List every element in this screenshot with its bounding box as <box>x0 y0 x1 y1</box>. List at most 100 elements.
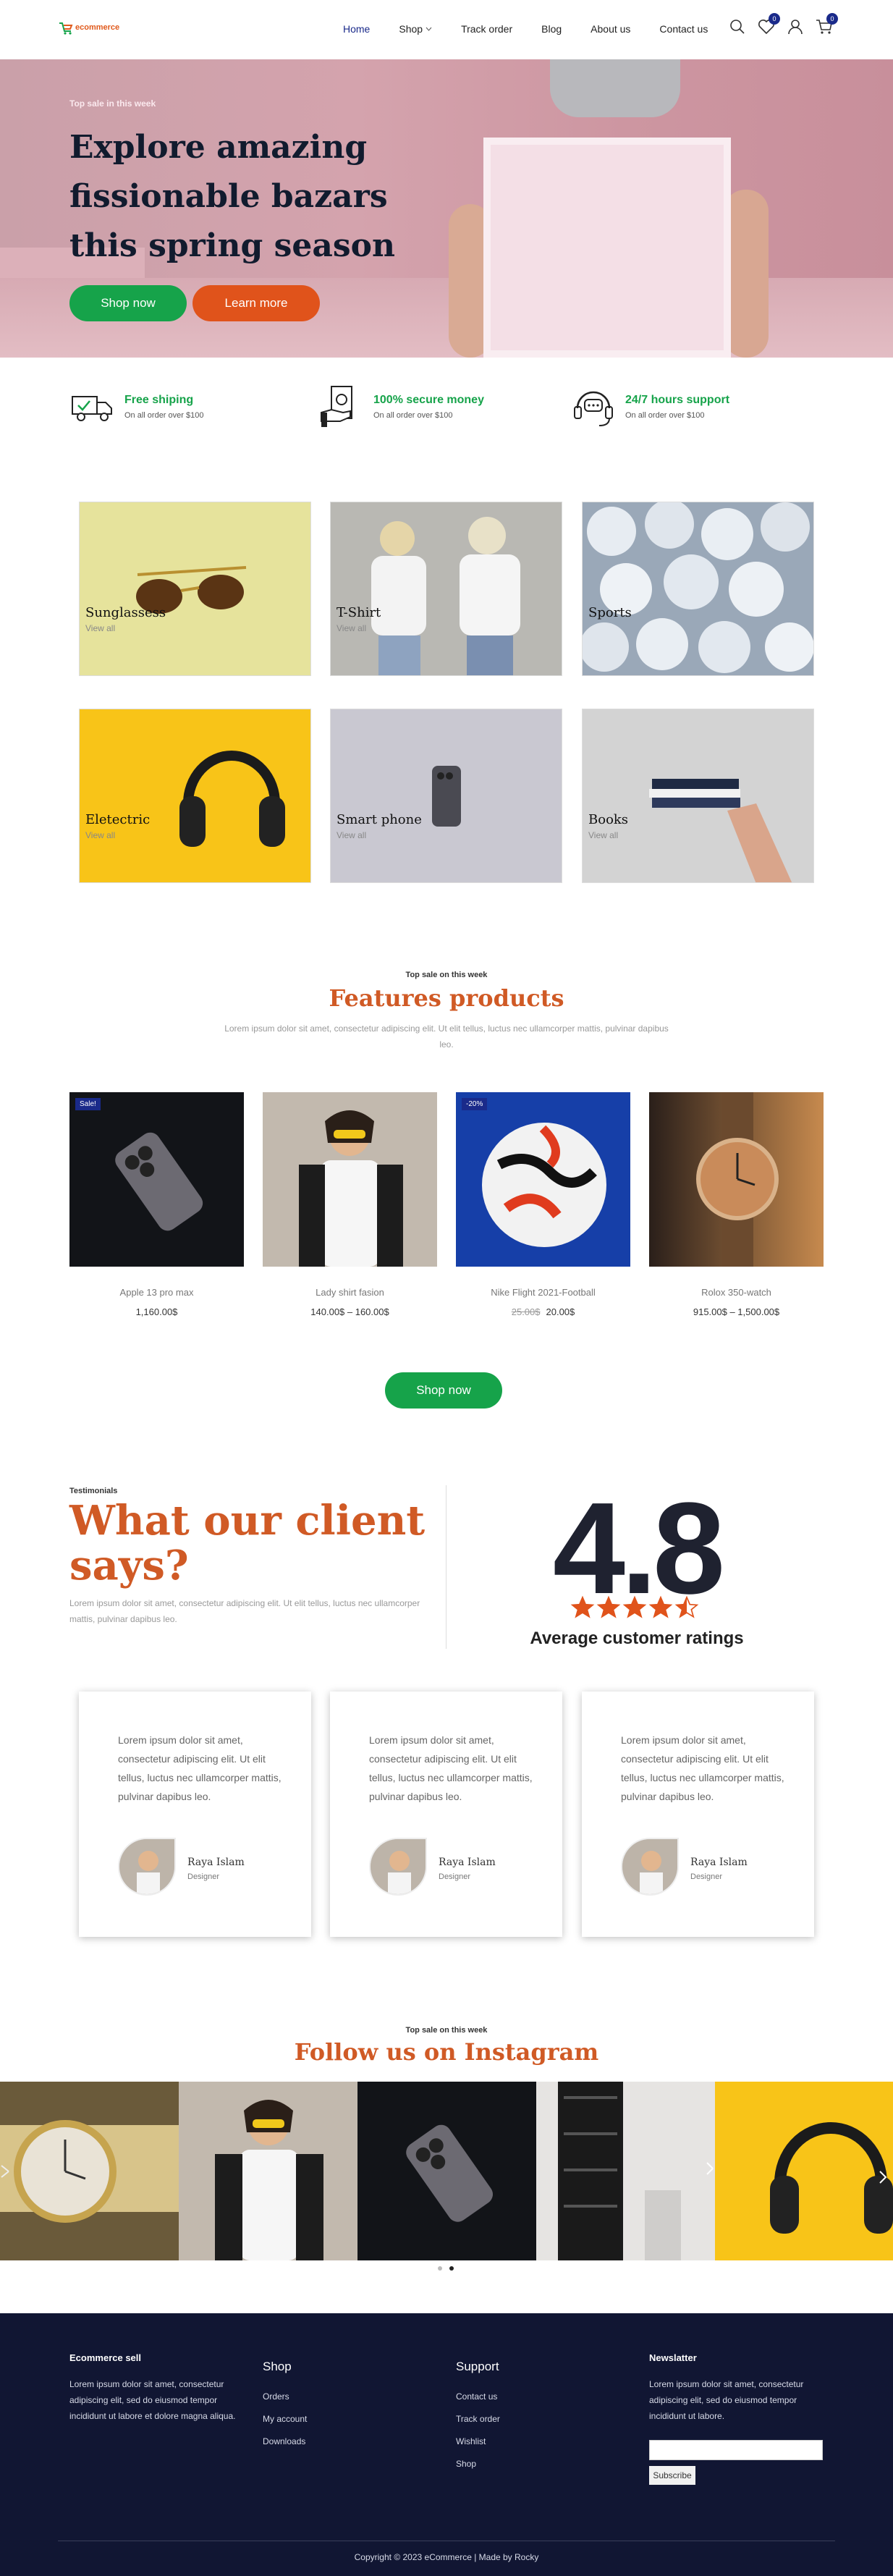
product-name[interactable]: Rolox 350-watch <box>649 1287 824 1298</box>
instagram-title: Follow us on Instagram <box>294 2038 599 2066</box>
carousel-dot[interactable] <box>438 2266 442 2271</box>
category-view-all-link[interactable]: View all <box>588 830 618 840</box>
product-card[interactable]: -20% Nike Flight 2021-Football 25.00$ 20.… <box>456 1092 630 1317</box>
instagram-post[interactable] <box>536 2082 715 2260</box>
product-name[interactable]: Apple 13 pro max <box>69 1287 244 1298</box>
instagram-post[interactable] <box>0 2082 179 2260</box>
feature-support: 24/7 hours support On all order over $10… <box>570 384 729 430</box>
wishlist-button[interactable]: 0 <box>757 13 780 36</box>
footer-link-contact[interactable]: Contact us <box>456 2391 500 2402</box>
account-button[interactable] <box>786 17 805 36</box>
category-card-books[interactable]: Books View all <box>582 709 814 883</box>
hero-title: Explore amazing fissionable bazars this … <box>69 129 396 264</box>
testimonial-card: Lorem ipsum dolor sit amet, consectetur … <box>330 1692 562 1937</box>
footer-link-shop[interactable]: Shop <box>456 2459 500 2469</box>
nav-track-label: Track order <box>461 23 513 35</box>
category-card-sports[interactable]: Sports <box>582 502 814 676</box>
feature-subtitle: On all order over $100 <box>625 411 705 420</box>
testimonial-card: Lorem ipsum dolor sit amet, consectetur … <box>79 1692 311 1937</box>
testimonial-role: Designer <box>690 1872 723 1881</box>
footer-copyright: Copyright © 2023 eCommerce | Made by Roc… <box>354 2552 539 2562</box>
category-view-all-link[interactable]: View all <box>85 623 115 633</box>
hero-learn-more-button[interactable]: Learn more <box>192 285 320 321</box>
testimonials-title: What our client says? <box>69 1497 426 1589</box>
cart-count-badge: 0 <box>826 13 838 25</box>
headset-icon <box>574 391 613 426</box>
cart-button[interactable]: 0 <box>815 13 838 36</box>
instagram-post[interactable] <box>179 2082 357 2260</box>
featured-description: Lorem ipsum dolor sit amet, consectetur … <box>224 1023 669 1050</box>
product-card[interactable]: Lady shirt fasion 140.00$ – 160.00$ <box>263 1092 437 1317</box>
star-icon <box>596 1595 621 1618</box>
instagram-post[interactable] <box>715 2082 893 2260</box>
main-nav: Home Shop Track order Blog About us Cont… <box>343 23 737 35</box>
testimonial-role: Designer <box>187 1872 220 1881</box>
feature-subtitle: On all order over $100 <box>373 411 453 420</box>
product-image[interactable] <box>649 1092 824 1267</box>
feature-title: Free shiping <box>124 394 194 406</box>
testimonial-name: Raya Islam <box>187 1857 245 1868</box>
nav-home[interactable]: Home <box>343 23 370 35</box>
logo[interactable]: ecommerce <box>58 19 119 36</box>
footer-link-track-order[interactable]: Track order <box>456 2414 500 2424</box>
product-card[interactable]: Sale! Apple 13 pro max 1,160.00$ <box>69 1092 244 1317</box>
nav-shop-label: Shop <box>399 23 423 35</box>
product-card[interactable]: Rolox 350-watch 915.00$ – 1,500.00$ <box>649 1092 824 1317</box>
star-icon <box>570 1595 595 1618</box>
product-price: 25.00$ 20.00$ <box>456 1306 630 1317</box>
truck-icon <box>72 396 112 421</box>
instagram-post[interactable] <box>357 2082 536 2260</box>
product-image[interactable]: -20% <box>456 1092 630 1267</box>
rating-label: Average customer ratings <box>530 1629 744 1648</box>
product-name[interactable]: Lady shirt fasion <box>263 1287 437 1298</box>
carousel-dot-active[interactable] <box>449 2266 454 2271</box>
nav-about-label: About us <box>591 23 631 35</box>
nav-shop[interactable]: Shop <box>399 23 432 35</box>
footer-link-account[interactable]: My account <box>263 2414 307 2424</box>
testimonial-name: Raya Islam <box>439 1857 496 1868</box>
sale-badge: Sale! <box>75 1098 101 1110</box>
product-price: 915.00$ – 1,500.00$ <box>649 1306 824 1317</box>
price-current: 1,160.00$ <box>135 1306 178 1317</box>
sunglasses-image <box>80 502 310 675</box>
nav-about[interactable]: About us <box>591 23 630 35</box>
books-image <box>583 709 813 882</box>
footer-newsletter-text: Lorem ipsum dolor sit amet, consectetur … <box>649 2379 804 2421</box>
nav-blog[interactable]: Blog <box>541 23 562 35</box>
product-image[interactable] <box>263 1092 437 1267</box>
category-card-sunglasses[interactable]: Sunglassess View all <box>79 502 311 676</box>
user-icon <box>788 20 803 35</box>
footer-link-downloads[interactable]: Downloads <box>263 2436 307 2446</box>
category-card-tshirt[interactable]: T-Shirt View all <box>330 502 562 676</box>
footer-link-wishlist[interactable]: Wishlist <box>456 2436 500 2446</box>
category-name: Books <box>588 812 629 827</box>
testimonial-card: Lorem ipsum dolor sit amet, consectetur … <box>582 1692 814 1937</box>
hero-shop-now-button[interactable]: Shop now <box>69 285 187 321</box>
search-button[interactable] <box>728 17 747 36</box>
newsletter-email-input[interactable] <box>649 2440 823 2460</box>
nav-track-order[interactable]: Track order <box>461 23 512 35</box>
discount-badge: -20% <box>462 1098 488 1110</box>
football-image <box>456 1092 630 1267</box>
testimonial-text: Lorem ipsum dolor sit amet, consectetur … <box>369 1734 533 1802</box>
category-view-all-link[interactable]: View all <box>85 830 115 840</box>
category-view-all-link[interactable]: View all <box>337 623 366 633</box>
subscribe-button[interactable]: Subscribe <box>649 2466 695 2485</box>
headphones-image <box>80 709 310 882</box>
category-card-smartphone[interactable]: Smart phone View all <box>330 709 562 883</box>
featured-shop-now-button[interactable]: Shop now <box>385 1372 502 1409</box>
footer-shop-column: Shop Orders My account Downloads <box>263 2352 307 2459</box>
product-name[interactable]: Nike Flight 2021-Football <box>456 1287 630 1298</box>
logo-text: ecommerce <box>75 23 120 32</box>
category-name: T-Shirt <box>337 605 381 620</box>
nav-contact[interactable]: Contact us <box>659 23 708 35</box>
fridge-image <box>536 2082 715 2260</box>
feature-title: 24/7 hours support <box>625 394 730 406</box>
header-actions: 0 0 <box>728 13 838 36</box>
featured-kicker: Top sale on this week <box>405 971 488 979</box>
category-view-all-link[interactable]: View all <box>337 830 366 840</box>
category-card-electric[interactable]: Eletectric View all <box>79 709 311 883</box>
testimonial-role: Designer <box>439 1872 471 1881</box>
footer-link-orders[interactable]: Orders <box>263 2391 307 2402</box>
product-image[interactable]: Sale! <box>69 1092 244 1267</box>
